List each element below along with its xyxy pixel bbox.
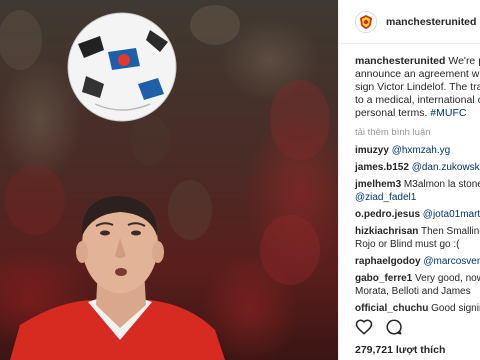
comment-mention[interactable]: @marcosvenie (423, 256, 480, 267)
club-crest-icon (360, 14, 372, 29)
comment-user[interactable]: raphaelgodoy (355, 256, 421, 267)
post-actions (355, 318, 403, 341)
comment-mention[interactable]: @dan.zukowski (412, 162, 480, 173)
comment-mention[interactable]: @hxmzah.yg (392, 145, 451, 156)
comment-user[interactable]: o.pedro.jesus (355, 209, 420, 220)
caption-line-4: to a medical, international cle (355, 94, 480, 106)
caption-line-5: personal terms. (355, 107, 428, 119)
avatar[interactable] (355, 10, 377, 33)
comment-text-cont: Rojo or Blind must go :( (355, 239, 460, 250)
post-photo[interactable] (0, 0, 338, 360)
comment-user[interactable]: gabo_ferre1 (355, 273, 412, 284)
comment-icon[interactable] (385, 318, 403, 341)
comment-text-cont: Morata, Belloti and James (355, 286, 471, 297)
photo-artwork (0, 5, 330, 360)
comment-user[interactable]: james.b152 (355, 162, 409, 173)
likes-count[interactable]: 279,721 lượt thích (355, 344, 445, 356)
caption-line-2: announce an agreement with (355, 68, 480, 80)
post-header: manchesterunited (339, 0, 480, 44)
caption-line-1: We're plea (448, 55, 480, 67)
football (67, 12, 177, 122)
comment: jmelhem3 M3almon la stone @ziad_fadel1 (355, 178, 480, 204)
comment-user[interactable]: jmelhem3 (355, 179, 401, 190)
caption-line-3: sign Victor Lindelof. The trans (355, 81, 480, 93)
comment: gabo_ferre1 Very good, now Morata, Bello… (355, 272, 480, 298)
comment-text: Very good, now (415, 273, 480, 284)
comment-user[interactable]: imuzyy (355, 145, 389, 156)
post-content: manchesterunited We're plea announce an … (355, 55, 480, 315)
caption-username[interactable]: manchesterunited (355, 55, 445, 67)
comment-text: Then Smalling o (420, 226, 480, 237)
comment: o.pedro.jesus @jota01martin (355, 208, 480, 221)
post-caption: manchesterunited We're plea announce an … (355, 55, 480, 120)
comment-text: Good signing (431, 303, 480, 314)
heart-icon[interactable] (355, 318, 373, 341)
comment-user[interactable]: official_chuchu (355, 303, 428, 314)
account-username[interactable]: manchesterunited (386, 16, 476, 28)
comment-user[interactable]: hizkiachrisan (355, 226, 418, 237)
comment: official_chuchu Good signing (355, 302, 480, 315)
comment: imuzyy @hxmzah.yg (355, 144, 480, 157)
caption-hashtag[interactable]: #MUFC (430, 107, 466, 119)
comment: hizkiachrisan Then Smalling o Rojo or Bl… (355, 225, 480, 251)
comment: james.b152 @dan.zukowski (355, 161, 480, 174)
comment: raphaelgodoy @marcosvenie (355, 255, 480, 268)
comment-text: M3almon la stone (403, 179, 480, 190)
post-sidebar: manchesterunited manchesterunited We're … (338, 0, 480, 360)
comment-mention[interactable]: @ziad_fadel1 (355, 192, 416, 203)
load-more-comments[interactable]: tải thêm bình luận (355, 127, 480, 138)
comment-mention[interactable]: @jota01martin (423, 209, 480, 220)
